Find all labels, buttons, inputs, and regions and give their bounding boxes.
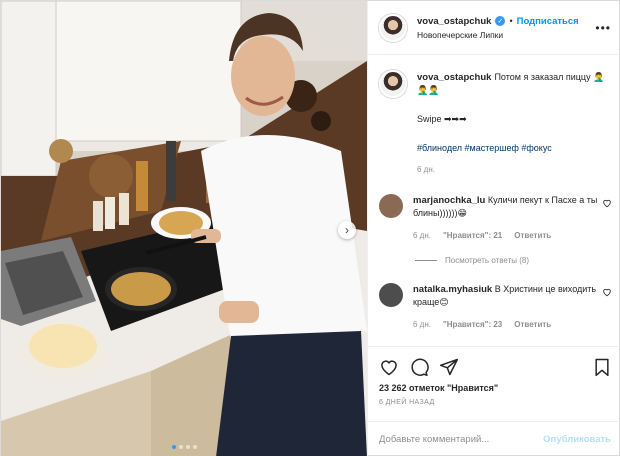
comment-age: 6 дн. xyxy=(413,320,431,329)
comment-age: 6 дн. xyxy=(413,231,431,240)
follow-button[interactable]: Подписаться xyxy=(517,16,579,27)
author-username[interactable]: vova_ostapchuk xyxy=(417,16,491,27)
carousel-dot xyxy=(185,445,190,449)
caption-hashtags[interactable]: #блинодел #мастершеф #фокус xyxy=(417,142,612,155)
author-avatar[interactable] xyxy=(379,13,407,42)
comment-likes[interactable]: "Нравится": 21 xyxy=(443,229,502,242)
post-location[interactable]: Новопечерские Липки xyxy=(417,30,579,40)
publish-button[interactable]: Опубликовать xyxy=(543,434,611,445)
more-options-icon[interactable]: ••• xyxy=(595,21,611,35)
post-timestamp: 6 ДНЕЙ НАЗАД xyxy=(379,399,435,406)
reply-button[interactable]: Ответить xyxy=(514,229,551,242)
caption-username[interactable]: vova_ostapchuk xyxy=(417,72,491,83)
post-header: vova_ostapchuk ✓ • Подписаться Новопечер… xyxy=(368,1,620,55)
divider-line xyxy=(415,260,437,261)
post-caption: vova_ostapchuk Потом я заказал пиццу 🤦‍♂️… xyxy=(379,70,612,176)
commenter-username[interactable]: natalka.myhasiuk xyxy=(413,284,492,295)
post-sidebar: vova_ostapchuk ✓ • Подписаться Новопечер… xyxy=(367,1,620,456)
carousel-dot xyxy=(171,445,176,449)
carousel-dot xyxy=(192,445,197,449)
reply-button[interactable]: Ответить xyxy=(514,318,551,331)
carousel-indicators xyxy=(1,445,367,449)
commenter-avatar[interactable] xyxy=(379,194,403,218)
commenter-username[interactable]: marjanochka_lu xyxy=(413,195,485,206)
comment-likes[interactable]: "Нравится": 23 xyxy=(443,318,502,331)
chevron-right-icon: › xyxy=(345,223,349,237)
add-comment-bar: Опубликовать xyxy=(368,421,620,456)
likes-count[interactable]: 23 262 отметок "Нравится" xyxy=(368,379,620,393)
post-photo[interactable]: › xyxy=(1,1,367,456)
comment-item: natalka.myhasiuk В Христини це виходить … xyxy=(379,283,612,331)
comments-section: vova_ostapchuk Потом я заказал пиццу 🤦‍♂️… xyxy=(368,56,620,346)
post-actions: 23 262 отметок "Нравится" 6 ДНЕЙ НАЗАД О… xyxy=(368,346,620,456)
caption-swipe: Swipe ➡➡➡ xyxy=(417,114,467,124)
instagram-post: › vova_ostapchuk ✓ • Подписаться Новопеч… xyxy=(0,0,620,456)
view-replies-button[interactable]: Посмотреть ответы (8) xyxy=(415,256,612,265)
caption-age: 6 дн. xyxy=(417,165,435,174)
comment-input[interactable] xyxy=(379,434,544,445)
commenter-avatar[interactable] xyxy=(379,283,403,307)
comment-item: marjanochka_lu Куличи пекут к Пасхе а ты… xyxy=(379,194,612,242)
view-replies-label: Посмотреть ответы (8) xyxy=(445,256,530,265)
carousel-dot xyxy=(178,445,183,449)
like-comment-icon[interactable] xyxy=(602,287,612,297)
verified-badge-icon: ✓ xyxy=(495,16,506,26)
like-icon[interactable] xyxy=(379,357,399,377)
caption-avatar[interactable] xyxy=(379,70,407,98)
share-icon[interactable] xyxy=(439,357,459,377)
like-comment-icon[interactable] xyxy=(602,198,612,208)
kitchen-photo-illustration xyxy=(1,1,367,456)
comment-icon[interactable] xyxy=(409,357,429,377)
save-bookmark-icon[interactable] xyxy=(592,357,612,377)
next-photo-button[interactable]: › xyxy=(338,221,356,239)
header-separator: • xyxy=(509,16,513,26)
